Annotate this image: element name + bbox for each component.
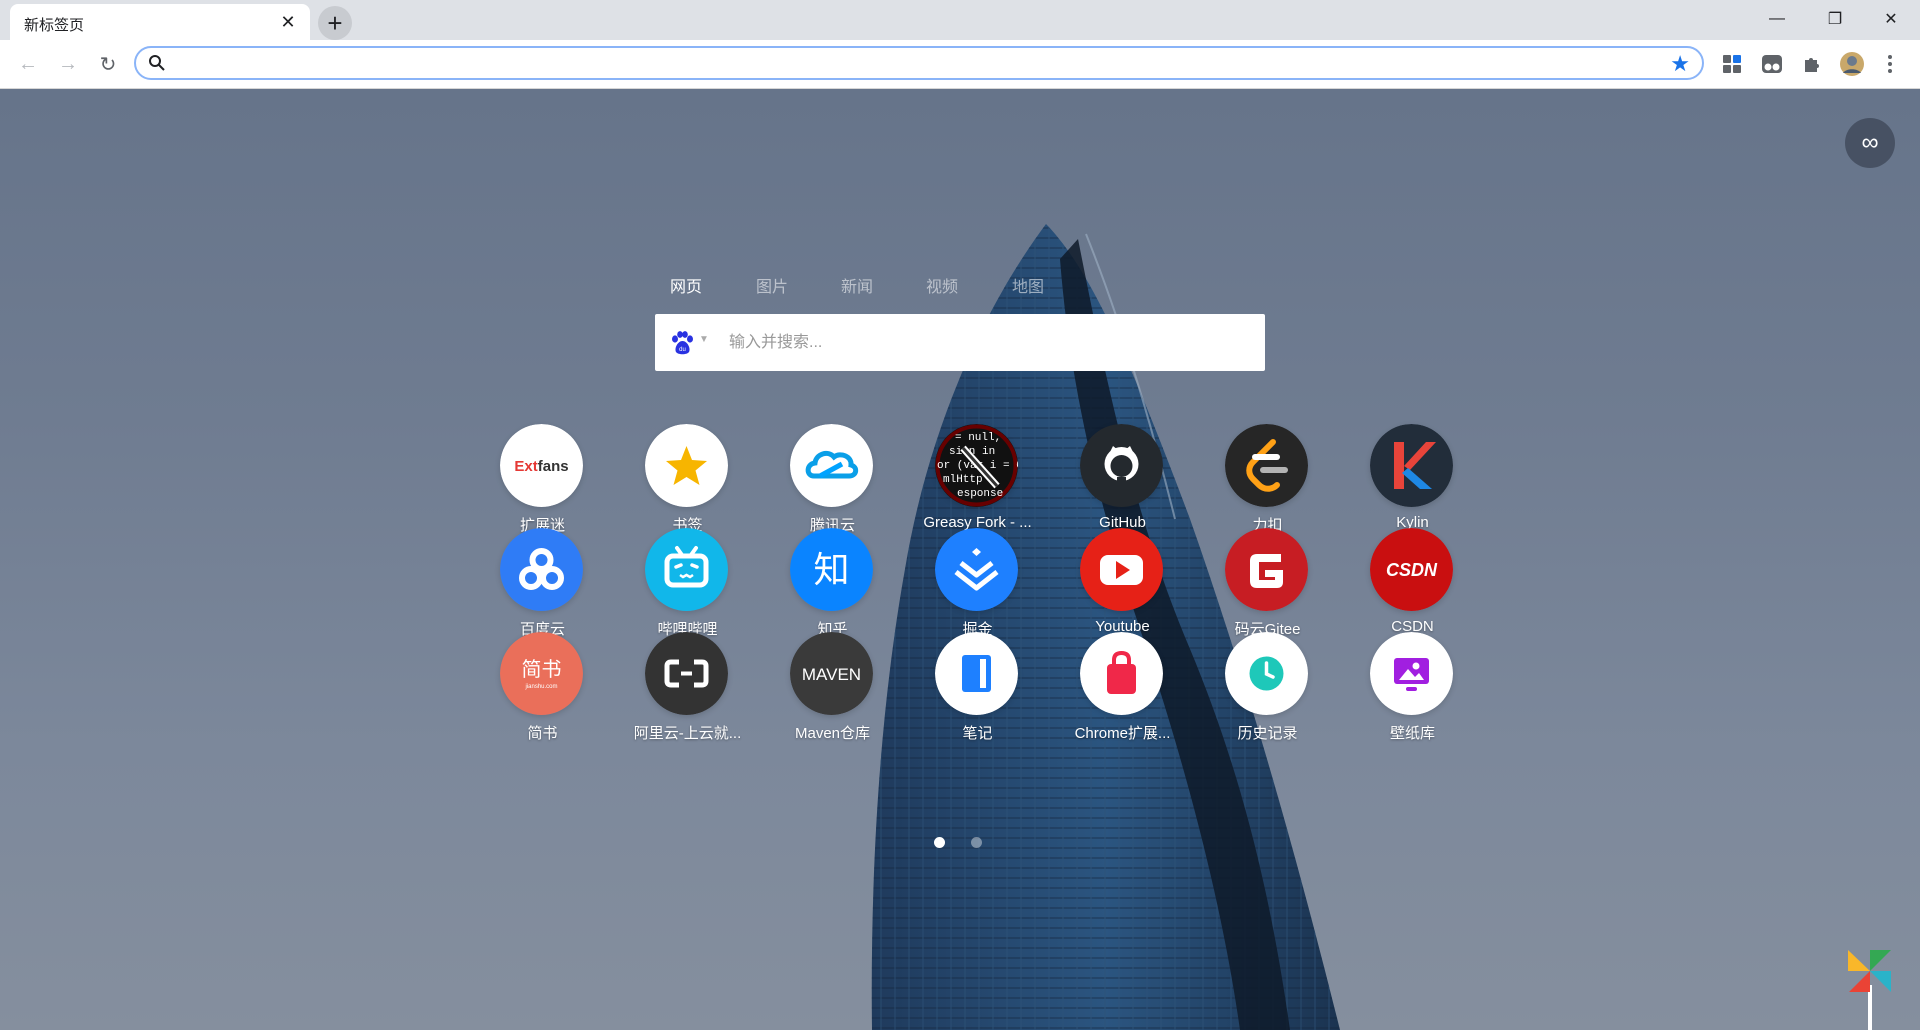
shortcut-extfans[interactable]: Extfans 扩展迷 xyxy=(470,424,615,544)
kylin-logo xyxy=(1370,424,1453,507)
address-input[interactable] xyxy=(176,52,1640,76)
close-window-button[interactable]: ✕ xyxy=(1862,0,1920,38)
github-logo xyxy=(1080,424,1163,507)
shortcut-csdn[interactable]: CSDN CSDN xyxy=(1340,528,1485,648)
svg-text:mlHttp: mlHttp xyxy=(943,474,983,486)
wallpaper-icon xyxy=(1370,632,1453,715)
svg-text:esponse: esponse xyxy=(957,488,1003,500)
shortcut-grid: Extfans 扩展迷 书签 腾讯云 = null, sion in or (v… xyxy=(470,424,1453,804)
new-tab-button[interactable]: + xyxy=(318,6,352,40)
search-tab-news[interactable]: 新闻 xyxy=(841,273,873,297)
shortcut-tencent-cloud[interactable]: 腾讯云 xyxy=(760,424,905,544)
shortcut-gitee[interactable]: 码云Gitee xyxy=(1195,528,1340,648)
shortcut-kylin[interactable]: Kylin xyxy=(1340,424,1485,544)
gitee-logo xyxy=(1225,528,1308,611)
chrome-store-icon xyxy=(1080,632,1163,715)
page-dot[interactable] xyxy=(971,837,982,848)
csdn-logo: CSDN xyxy=(1370,528,1453,611)
shortcut-label: 壁纸库 xyxy=(1389,725,1435,742)
shortcut-label: Chrome扩展... xyxy=(1074,725,1171,742)
shortcut-leetcode[interactable]: 力扣 xyxy=(1195,424,1340,544)
tab-close-icon[interactable]: ✕ xyxy=(276,10,300,34)
search-icon xyxy=(149,55,165,71)
address-bar[interactable]: ★ xyxy=(134,46,1704,80)
tencent-cloud-logo xyxy=(790,424,873,507)
tab-title: 新标签页 xyxy=(24,17,85,34)
search-tab-web[interactable]: 网页 xyxy=(670,273,702,297)
search-tab-maps[interactable]: 地图 xyxy=(1012,273,1044,297)
apps-grid-icon[interactable] xyxy=(1718,50,1746,78)
svg-text:MAVEN: MAVEN xyxy=(802,665,861,684)
baidu-cloud-logo xyxy=(500,528,583,611)
reload-button[interactable]: ↻ xyxy=(92,48,124,80)
search-tab-images[interactable]: 图片 xyxy=(756,273,788,297)
shortcut-github[interactable]: GitHub xyxy=(1050,424,1195,544)
shortcut-zhihu[interactable]: 知 知乎 xyxy=(760,528,905,648)
browser-toolbar: ← → ↻ ★ xyxy=(0,40,1920,89)
jianshu-logo: 简书 jianshu.com xyxy=(500,632,583,715)
bookmark-star-icon[interactable]: ★ xyxy=(1670,52,1690,76)
web-search-box: du ▼ xyxy=(655,314,1265,371)
page-dot-active[interactable] xyxy=(934,837,945,848)
search-input[interactable] xyxy=(727,328,1251,358)
back-button[interactable]: ← xyxy=(12,48,44,80)
leetcode-logo xyxy=(1225,424,1308,507)
svg-text:jianshu.com: jianshu.com xyxy=(524,684,557,690)
shortcut-label: Maven仓库 xyxy=(794,725,871,742)
baidu-paw-icon[interactable]: du xyxy=(669,330,695,356)
shortcut-history[interactable]: 历史记录 xyxy=(1195,632,1340,752)
bilibili-logo xyxy=(645,528,728,611)
newtab-page: ∞ 网页 图片 新闻 视频 地图 du ▼ Extfans 扩展迷 xyxy=(0,89,1920,1030)
tampermonkey-icon[interactable] xyxy=(1758,50,1786,78)
zhihu-logo: 知 xyxy=(790,528,873,611)
shortcut-wallpapers[interactable]: 壁纸库 xyxy=(1340,632,1485,752)
shortcut-baidu-cloud[interactable]: 百度云 xyxy=(470,528,615,648)
pinwheel-icon[interactable] xyxy=(1844,945,1896,1030)
svg-text:= null,: = null, xyxy=(955,432,1001,444)
tab-strip: 新标签页 ✕ + — ❐ ✕ xyxy=(0,0,1920,40)
shortcut-juejin[interactable]: 掘金 xyxy=(905,528,1050,648)
shortcut-label: 阿里云-上云就... xyxy=(633,725,742,742)
svg-text:Extfans: Extfans xyxy=(514,458,568,475)
shortcut-label: 简书 xyxy=(527,725,558,742)
menu-kebab-icon[interactable] xyxy=(1880,50,1900,78)
profile-avatar[interactable] xyxy=(1838,50,1866,78)
shortcut-jianshu[interactable]: 简书 jianshu.com 简书 xyxy=(470,632,615,752)
shortcut-label: 历史记录 xyxy=(1237,725,1298,742)
svg-text:CSDN: CSDN xyxy=(1386,560,1438,580)
shortcut-greasyfork[interactable]: = null, sion in or (var i = 0 mlHttp esp… xyxy=(905,424,1050,544)
restore-button[interactable]: ❐ xyxy=(1806,0,1864,38)
shortcut-bilibili[interactable]: 哔哩哔哩 xyxy=(615,528,760,648)
svg-text:du: du xyxy=(679,347,686,353)
juejin-logo xyxy=(935,528,1018,611)
active-tab[interactable]: 新标签页 ✕ xyxy=(10,4,310,40)
history-icon xyxy=(1225,632,1308,715)
aliyun-logo xyxy=(645,632,728,715)
extfans-logo: Extfans xyxy=(500,424,583,507)
svg-text:简书: 简书 xyxy=(522,657,562,681)
shortcut-notes[interactable]: 笔记 xyxy=(905,632,1050,752)
shortcut-maven[interactable]: MAVEN Maven仓库 xyxy=(760,632,905,752)
minimize-button[interactable]: — xyxy=(1748,0,1806,38)
greasyfork-logo: = null, sion in or (var i = 0 mlHttp esp… xyxy=(935,424,1018,507)
shortcut-label: 笔记 xyxy=(962,725,993,742)
search-tab-video[interactable]: 视频 xyxy=(926,273,958,297)
youtube-logo xyxy=(1080,528,1163,611)
forward-button[interactable]: → xyxy=(52,48,84,80)
bookmark-star-icon xyxy=(645,424,728,507)
maven-logo: MAVEN xyxy=(790,632,873,715)
infinity-logo-button[interactable]: ∞ xyxy=(1845,118,1895,168)
extensions-puzzle-icon[interactable] xyxy=(1798,50,1826,78)
page-indicator xyxy=(934,837,994,849)
shortcut-chrome-store[interactable]: Chrome扩展... xyxy=(1050,632,1195,752)
shortcut-bookmarks[interactable]: 书签 xyxy=(615,424,760,544)
shortcut-youtube[interactable]: Youtube xyxy=(1050,528,1195,648)
search-category-tabs: 网页 图片 新闻 视频 地图 xyxy=(658,273,1098,301)
svg-text:知: 知 xyxy=(813,550,849,591)
shortcut-aliyun[interactable]: 阿里云-上云就... xyxy=(615,632,760,752)
engine-dropdown-caret-icon[interactable]: ▼ xyxy=(699,334,709,345)
notes-icon xyxy=(935,632,1018,715)
